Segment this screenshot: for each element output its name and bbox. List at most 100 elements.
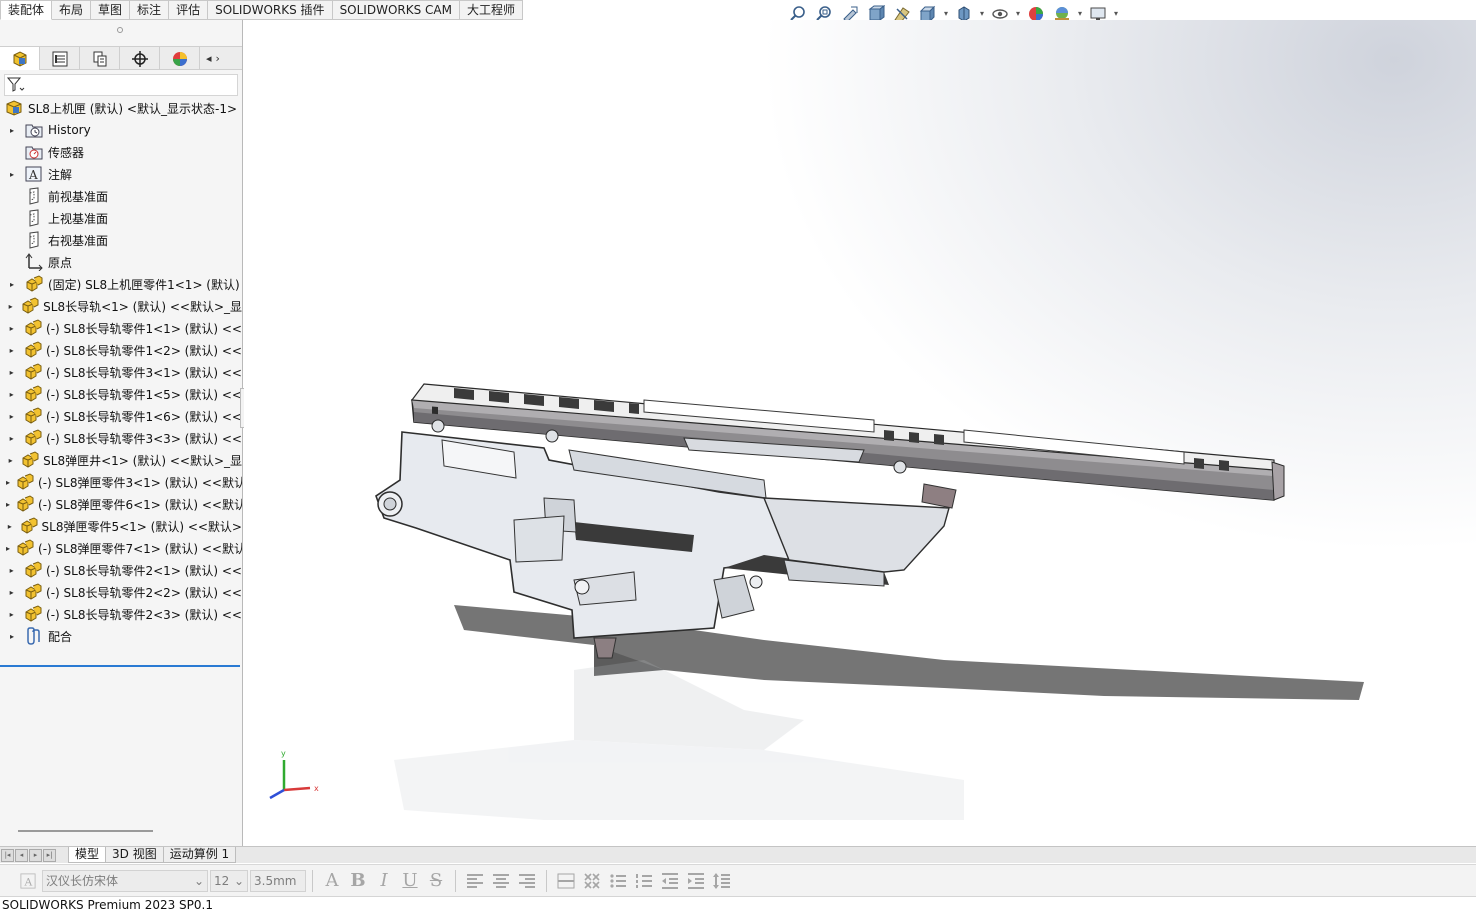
expand-arrow-icon[interactable]: ▸	[6, 434, 17, 443]
tab-solidworks-cam[interactable]: SOLIDWORKS CAM	[332, 0, 460, 20]
tab-markup[interactable]: 标注	[130, 0, 170, 20]
expand-arrow-icon[interactable]: ▸	[6, 170, 18, 179]
part-icon	[23, 583, 42, 601]
first-tab-icon[interactable]: |◂	[1, 848, 14, 862]
tab-layout[interactable]: 布局	[52, 0, 92, 20]
filter-icon[interactable]	[7, 77, 25, 93]
part-icon	[20, 517, 38, 535]
text-style-icon[interactable]: A	[18, 871, 38, 891]
panel-splitter-handle[interactable]	[117, 27, 123, 33]
expand-arrow-icon[interactable]: ▸	[6, 412, 17, 421]
strikethrough-icon[interactable]: S	[423, 870, 449, 892]
tab-motion-study-1[interactable]: 运动算例 1	[162, 847, 237, 863]
expand-arrow-icon[interactable]: ▸	[6, 126, 18, 135]
line-spacing-icon[interactable]	[709, 870, 735, 892]
numbering-icon[interactable]	[631, 870, 657, 892]
decrease-indent-icon[interactable]	[657, 870, 683, 892]
font-select-value: 汉仪长仿宋体	[46, 874, 119, 888]
configurationmanager-icon[interactable]	[80, 47, 120, 70]
underline-icon[interactable]: U	[397, 870, 423, 892]
tree-item[interactable]: ▸ (-) SL8长导轨零件3<3> (默认) <<	[0, 427, 242, 449]
tree-item-label: 上视基准面	[48, 211, 109, 226]
expand-arrow-icon[interactable]: ▸	[6, 500, 10, 509]
tree-item-label: (-) SL8长导轨零件1<5> (默认) <<	[46, 387, 242, 402]
expand-arrow-icon[interactable]: ▸	[6, 456, 15, 465]
next-tab-icon[interactable]: ▸	[29, 848, 42, 862]
tree-item[interactable]: ▸前视基准面	[0, 185, 242, 207]
last-tab-icon[interactable]: ▸|	[43, 848, 56, 862]
horizontal-scrollbar[interactable]	[18, 830, 153, 832]
expand-arrow-icon[interactable]: ▸	[6, 478, 10, 487]
rollback-bar[interactable]	[0, 665, 240, 667]
tab-solidworks-addins[interactable]: SOLIDWORKS 插件	[208, 0, 333, 20]
tab-3d-view[interactable]: 3D 视图	[105, 847, 164, 863]
tree-item[interactable]: ▸ SL8弹匣井<1> (默认) <<默认>_显	[0, 449, 242, 471]
part-icon	[24, 275, 44, 293]
symbol-icon[interactable]	[579, 870, 605, 892]
tree-item[interactable]: ▸ (-) SL8长导轨零件3<1> (默认) <<	[0, 361, 242, 383]
tree-item[interactable]: ▸ (-) SL8长导轨零件1<6> (默认) <<	[0, 405, 242, 427]
tree-item[interactable]: ▸ SL8弹匣零件5<1> (默认) <<默认>	[0, 515, 242, 537]
tree-item[interactable]: ▸ 配合	[0, 625, 242, 647]
expand-arrow-icon[interactable]: ▸	[6, 610, 17, 619]
stack-icon[interactable]	[553, 870, 579, 892]
tree-item-label: (-) SL8弹匣零件7<1> (默认) <<默认	[38, 541, 242, 556]
tree-item[interactable]: ▸ (-) SL8长导轨零件1<5> (默认) <<	[0, 383, 242, 405]
featuremanager-icon[interactable]	[0, 47, 40, 70]
font-size-select[interactable]: 12 ⌄	[210, 869, 248, 892]
tree-item[interactable]: ▸ (固定) SL8上机匣零件1<1> (默认)	[0, 273, 242, 295]
tree-item[interactable]: ▸传感器	[0, 141, 242, 163]
align-right-icon[interactable]	[514, 870, 540, 892]
font-color-icon[interactable]: A	[319, 870, 345, 892]
tree-item[interactable]: ▸ History	[0, 119, 242, 141]
tree-item[interactable]: ▸ (-) SL8长导轨零件2<3> (默认) <<	[0, 603, 242, 625]
tab-assembly[interactable]: 装配体	[0, 0, 53, 20]
tree-item[interactable]: ▸上视基准面	[0, 207, 242, 229]
expand-arrow-icon[interactable]: ▸	[6, 302, 15, 311]
bullets-icon[interactable]	[605, 870, 631, 892]
scroll-right-icon[interactable]: ›	[216, 52, 220, 65]
displaymanager-icon[interactable]	[160, 47, 200, 70]
tab-model[interactable]: 模型	[68, 847, 107, 863]
graphics-viewport[interactable]: y x	[244, 20, 1476, 846]
expand-arrow-icon[interactable]: ▸	[6, 566, 17, 575]
tree-item[interactable]: ▸ (-) SL8长导轨零件2<2> (默认) <<	[0, 581, 242, 603]
align-center-icon[interactable]	[488, 870, 514, 892]
tree-item[interactable]: ▸ (-) SL8弹匣零件6<1> (默认) <<默认	[0, 493, 242, 515]
bold-icon[interactable]: B	[345, 870, 371, 892]
italic-icon[interactable]: I	[371, 870, 397, 892]
increase-indent-icon[interactable]	[683, 870, 709, 892]
svg-text:A: A	[28, 168, 38, 182]
text-height-field[interactable]: 3.5mm	[250, 869, 306, 892]
tab-sketch[interactable]: 草图	[91, 0, 131, 20]
tree-item[interactable]: ▸ A 注解	[0, 163, 242, 185]
tree-item[interactable]: ▸ (-) SL8长导轨零件1<1> (默认) <<	[0, 317, 242, 339]
expand-arrow-icon[interactable]: ▸	[6, 632, 18, 641]
tree-item[interactable]: ▸ (-) SL8长导轨零件2<1> (默认) <<	[0, 559, 242, 581]
tree-item[interactable]: ▸右视基准面	[0, 229, 242, 251]
expand-arrow-icon[interactable]: ▸	[6, 280, 18, 289]
align-left-icon[interactable]	[462, 870, 488, 892]
expand-arrow-icon[interactable]: ▸	[6, 368, 17, 377]
tree-item[interactable]: ▸ SL8长导轨<1> (默认) <<默认>_显	[0, 295, 242, 317]
tab-evaluate[interactable]: 评估	[169, 0, 209, 20]
tree-item[interactable]: ▸ (-) SL8长导轨零件1<2> (默认) <<	[0, 339, 242, 361]
expand-arrow-icon[interactable]: ▸	[6, 522, 14, 531]
tree-filter[interactable]	[4, 74, 238, 96]
expand-arrow-icon[interactable]: ▸	[6, 324, 17, 333]
scroll-left-icon[interactable]: ◂	[206, 52, 212, 65]
font-select[interactable]: 汉仪长仿宋体 ⌄	[42, 869, 208, 892]
tree-root-assembly[interactable]: SL8上机匣 (默认) <默认_显示状态-1>	[0, 97, 242, 119]
expand-arrow-icon[interactable]: ▸	[6, 346, 17, 355]
expand-arrow-icon[interactable]: ▸	[6, 390, 17, 399]
tab-master-engineer[interactable]: 大工程师	[459, 0, 523, 20]
tree-item[interactable]: ▸原点	[0, 251, 242, 273]
expand-arrow-icon[interactable]: ▸	[6, 588, 17, 597]
tree-item[interactable]: ▸ (-) SL8弹匣零件3<1> (默认) <<默认	[0, 471, 242, 493]
tree-item[interactable]: ▸ (-) SL8弹匣零件7<1> (默认) <<默认	[0, 537, 242, 559]
propertymanager-icon[interactable]	[40, 47, 80, 70]
prev-tab-icon[interactable]: ◂	[15, 848, 28, 862]
assembly-model[interactable]	[244, 20, 1476, 846]
expand-arrow-icon[interactable]: ▸	[6, 544, 10, 553]
dimxpertmanager-icon[interactable]	[120, 47, 160, 70]
